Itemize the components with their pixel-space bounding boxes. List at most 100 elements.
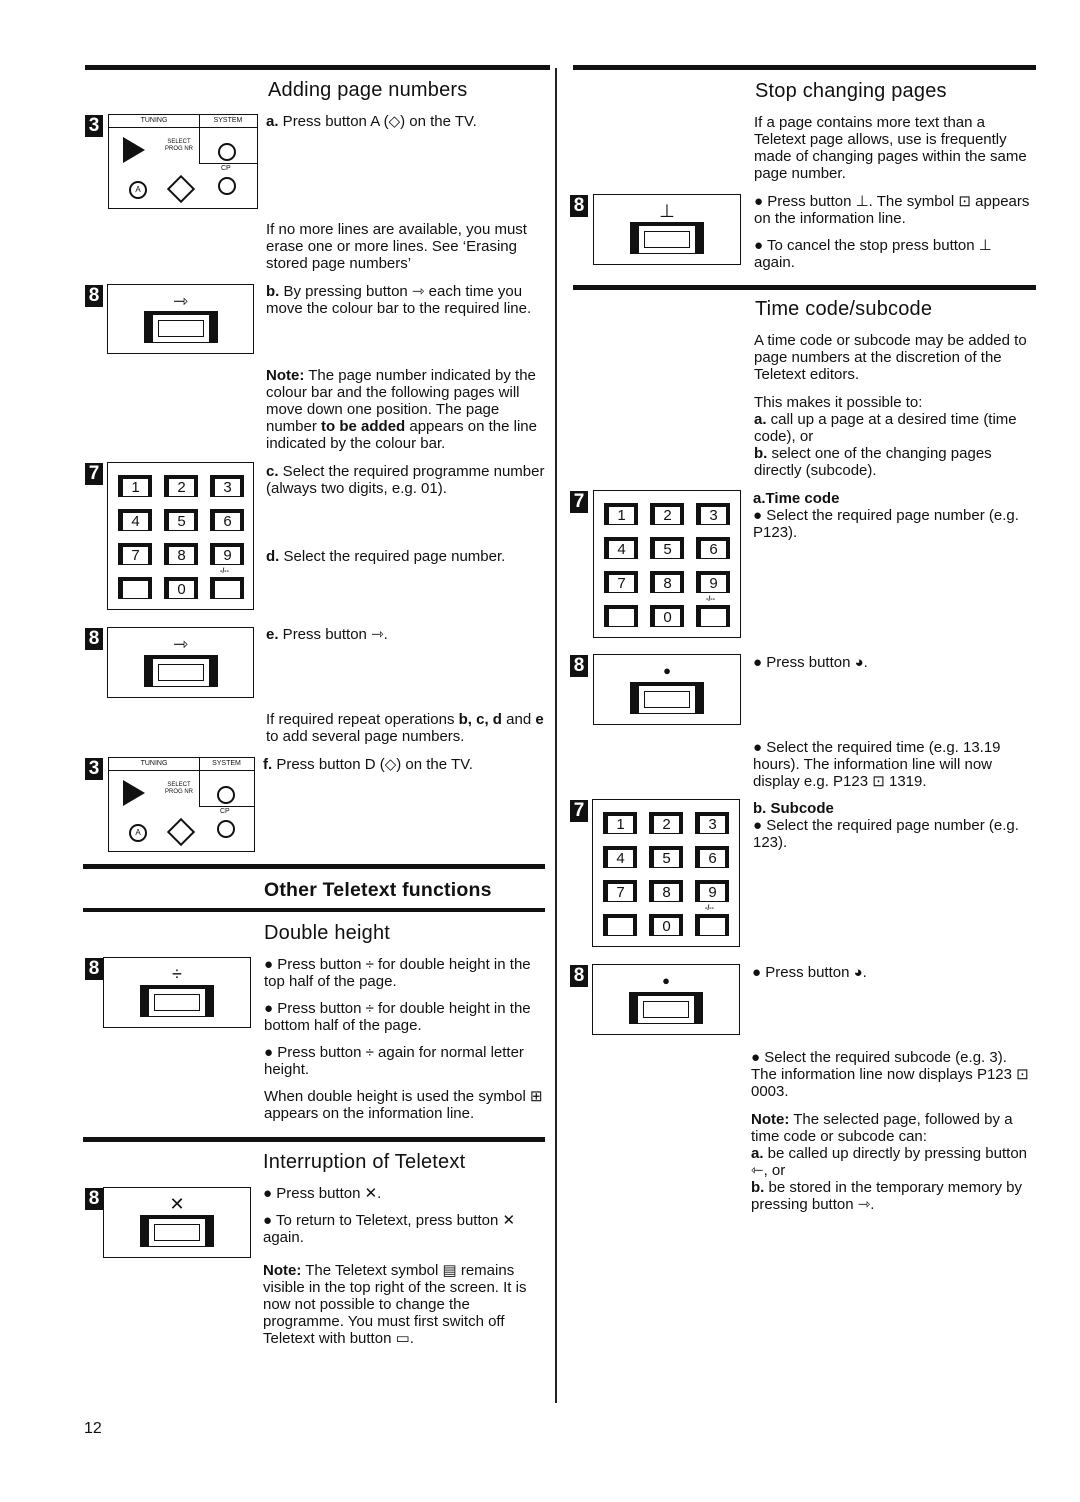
keypad-blank-key — [696, 605, 730, 627]
keypad-key-label — [608, 608, 635, 627]
stop-key-figure: ⊥ — [593, 194, 741, 265]
step-c-text: c. Select the required programme number … — [266, 463, 545, 497]
step-badge: 8 — [85, 285, 103, 307]
keypad-blank-key — [118, 577, 152, 599]
keypad-key-label — [699, 917, 726, 936]
keypad-key-8: 8 — [164, 543, 198, 565]
arrow-right-icon: ⇾ — [172, 291, 189, 311]
keypad-key-1: 1 — [118, 475, 152, 497]
teletext-system-button — [218, 143, 236, 161]
bullet-top-half: ● Press button ÷ for double height in th… — [264, 956, 531, 990]
keypad-key-0: 0 — [649, 914, 683, 936]
tv-button-a: A — [129, 824, 147, 842]
keypad-key-8: 8 — [650, 571, 684, 593]
keypad-key-label — [122, 580, 149, 599]
bullet-select-page-subcode: ● Select the required page number (e.g. … — [753, 817, 1019, 851]
timecode-note: Note: The selected page, followed by a t… — [751, 1111, 1028, 1213]
keypad-key-3: 3 — [695, 812, 729, 834]
keypad-blank-key — [603, 914, 637, 936]
bullet-select-subcode: ● Select the required subcode (e.g. 3). … — [751, 1049, 1029, 1100]
step-badge: 8 — [570, 655, 588, 677]
triangle-button-b — [123, 137, 145, 163]
tv-tuning-panel-figure: TUNING SYSTEM SELECT PROG NR A CP — [108, 757, 255, 852]
step-a-text: a. Press button A (◇) on the TV. — [266, 113, 477, 130]
no-lines-text: If no more lines are available, you must… — [266, 221, 527, 272]
column-divider — [555, 68, 557, 1403]
section-title-adding-page-numbers: Adding page numbers — [268, 79, 468, 101]
keypad-key-label: 1 — [608, 506, 635, 525]
step-badge: 7 — [85, 463, 103, 485]
keypad-key-label: 3 — [699, 815, 726, 834]
keypad-key-label: 6 — [699, 849, 726, 868]
cp-button — [217, 820, 235, 838]
key-graphic — [629, 992, 703, 1024]
bullet-press-stop: ● Press button ⊥. The symbol ⊡ appears o… — [754, 193, 1030, 227]
arrow-key-figure: ⇾ — [107, 627, 254, 698]
select-prog-label: SELECT PROG NR — [164, 139, 193, 152]
double-height-text: ● Press button ÷ for double height in th… — [264, 956, 546, 1132]
triangle-button-b — [123, 780, 145, 806]
cancel-key-figure: ✕ — [103, 1187, 251, 1258]
keypad-key-label: 5 — [654, 540, 681, 559]
keypad-key-label: 0 — [654, 608, 681, 627]
step-b-text: b. By pressing button ⇾ each time you mo… — [266, 283, 532, 317]
note-colour-bar: Note: The page number indicated by the c… — [266, 367, 537, 452]
interruption-text: ● Press button ✕. ● To return to Teletex… — [263, 1185, 548, 1357]
section-title-interruption: Interruption of Teletext — [263, 1151, 466, 1173]
keypad-digit-mode-label: -/-- — [706, 596, 715, 603]
keypad-key-label: 6 — [214, 512, 241, 531]
keypad-blank-key — [695, 914, 729, 936]
keypad-key-label: 4 — [122, 512, 149, 531]
section-rule — [83, 1137, 545, 1142]
step-badge: 7 — [570, 491, 588, 513]
keypad-key-7: 7 — [118, 543, 152, 565]
key-graphic — [630, 682, 704, 714]
keypad-key-label: 8 — [168, 546, 195, 565]
keypad-key-1: 1 — [603, 812, 637, 834]
numeric-keypad-figure: 1 2 3 4 5 6 7 8 9 0 -/-- — [592, 799, 740, 947]
numeric-keypad-figure: 1 2 3 4 5 6 7 8 9 0 -/-- — [107, 462, 254, 610]
cp-label: CP — [220, 808, 230, 815]
select-prog-label: SELECT PROG NR — [164, 782, 193, 795]
keypad-key-label: 9 — [700, 574, 727, 593]
cancel-x-icon: ✕ — [169, 1194, 185, 1214]
tv-button-d — [166, 174, 196, 204]
step-badge: 3 — [85, 758, 103, 780]
section-rule — [83, 908, 545, 912]
cp-label: CP — [221, 165, 231, 172]
keypad-key-6: 6 — [210, 509, 244, 531]
teletext-system-button — [217, 786, 235, 804]
arrow-right-icon: ⇾ — [172, 634, 189, 654]
page-number: 12 — [84, 1420, 102, 1437]
bullet-bottom-half: ● Press button ÷ for double height in th… — [264, 1000, 531, 1034]
section-title-stop-changing: Stop changing pages — [755, 80, 947, 102]
top-rule-right — [573, 65, 1036, 70]
keypad-key-label: 5 — [653, 849, 680, 868]
section-title-other-functions: Other Teletext functions — [264, 879, 492, 901]
tuning-header: TUNING — [109, 758, 200, 771]
repeat-text: If required repeat operations b, c, d an… — [266, 711, 544, 745]
keypad-key-label: 7 — [122, 546, 149, 565]
keypad-key-1: 1 — [604, 503, 638, 525]
keypad-key-5: 5 — [650, 537, 684, 559]
double-height-key-figure: ÷ — [103, 957, 251, 1028]
interruption-note: Note: The Teletext symbol ▤ remains visi… — [263, 1262, 527, 1347]
keypad-key-label: 6 — [700, 540, 727, 559]
key-graphic — [630, 222, 704, 254]
keypad-key-5: 5 — [164, 509, 198, 531]
bullet-normal-height: ● Press button ÷ again for normal letter… — [264, 1044, 524, 1078]
arrow-key-figure: ⇾ — [107, 284, 254, 354]
step-d-text: d. Select the required page number. — [266, 548, 506, 565]
clock-icon: ● — [663, 663, 671, 678]
bullet-press-x: ● Press button ✕. — [263, 1185, 382, 1202]
keypad-key-6: 6 — [695, 846, 729, 868]
timecode-possibilities: This makes it possible to: a. call up a … — [754, 394, 1017, 479]
key-graphic — [140, 1215, 214, 1247]
keypad-key-0: 0 — [164, 577, 198, 599]
keypad-digit-mode-label: -/-- — [705, 905, 714, 912]
step-badge: 8 — [85, 1188, 103, 1210]
subcode-section: b. Subcode ● Select the required page nu… — [753, 800, 1035, 851]
keypad-key-label: 2 — [653, 815, 680, 834]
keypad-key-label: 8 — [654, 574, 681, 593]
section-title-double-height: Double height — [264, 922, 391, 944]
